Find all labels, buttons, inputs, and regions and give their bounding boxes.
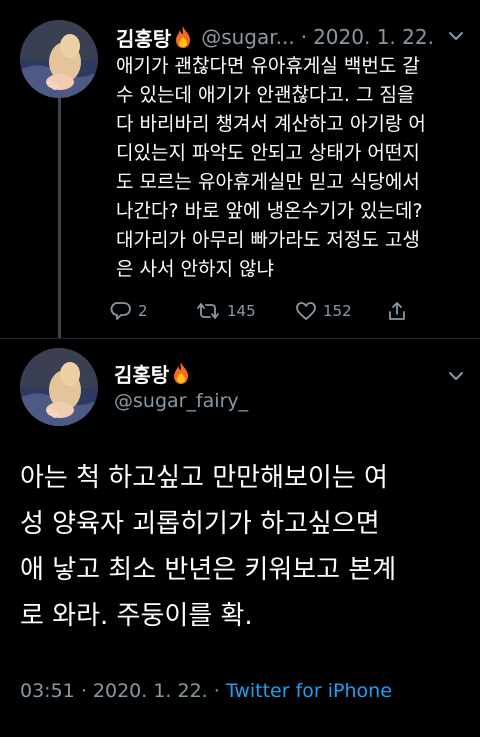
fire-icon [173,25,193,49]
tweet-text-line: 애 낳고 최소 반년은 키워보고 본계 [20,555,397,585]
tweet-date[interactable]: 2020. 1. 22. [93,680,208,702]
tweet-1[interactable]: 김홍탕 @sugar... · 2020. 1. 22. 애기가 괜찮다면 유아… [0,0,480,338]
author-handle[interactable]: @sugar... [201,25,295,49]
tweet-text-line: 나간다? 바로 앞에 냉온수기가 있는데? [116,200,423,222]
tweet-text-line: 다 바리바리 챙겨서 계산하고 아기랑 어 [116,113,426,135]
tweet-date[interactable]: 2020. 1. 22. [313,25,434,49]
divider [0,338,480,339]
reply-count: 2 [138,302,148,320]
like-count: 152 [323,302,352,320]
fire-icon [171,361,191,385]
tweet-text-line: 디있는지 파악도 안되고 상태가 어떤지 [116,142,420,164]
avatar[interactable] [20,348,98,426]
chevron-down-icon[interactable] [448,28,464,42]
tweet-text-line: 아는 척 하고싶고 만만해보이는 여 [20,463,388,493]
tweet-source-link[interactable]: Twitter for iPhone [226,680,392,702]
tweet-text-line: 성 양육자 괴롭히기가 하고싶으면 [20,509,380,539]
tweet-text-line: 수 있는데 애기가 안괜찮다고. 그 짐을 [116,84,415,106]
author-name[interactable]: 김홍탕 [116,23,171,52]
heart-icon [296,302,316,320]
tweet-header: 김홍탕 @sugar... · 2020. 1. 22. [116,22,466,52]
tweet-text-line: 대가리가 아무리 빠가라도 저정도 고생 [116,229,420,251]
separator: · [80,680,87,702]
author-name[interactable]: 김홍탕 [114,359,169,388]
retweet-icon [197,303,219,319]
share-button[interactable] [386,296,408,326]
tweet-time[interactable]: 03:51 [20,680,75,702]
retweet-button[interactable]: 145 [195,296,256,326]
separator: · [213,680,220,702]
tweet-meta: 03:51 · 2020. 1. 22. · Twitter for iPhon… [20,680,392,702]
author-handle[interactable]: @sugar_fairy_ [114,390,248,412]
like-button[interactable]: 152 [295,296,352,326]
separator: · [300,25,308,49]
tweet-text: 아는 척 하고싶고 만만해보이는 여 성 양육자 괴롭히기가 하고싶으면 애 낳… [20,455,470,639]
tweet-text-line: 로 와라. 주둥이를 확. [20,601,253,631]
tweet-text: 애기가 괜찮다면 유아휴게실 백번도 갈 수 있는데 애기가 안괜찮다고. 그 … [116,52,466,284]
avatar[interactable] [20,20,98,98]
thread-line [58,92,61,338]
tweet-text-line: 은 사서 안하지 않냐 [116,258,274,280]
retweet-count: 145 [227,302,256,320]
reply-icon [110,302,131,320]
reply-button[interactable]: 2 [110,296,148,326]
tweet-text-line: 도 모르는 유아휴게실만 믿고 식당에서 [116,171,420,193]
chevron-down-icon[interactable] [448,368,464,382]
share-icon [389,302,405,320]
tweet-text-line: 애기가 괜찮다면 유아휴게실 백번도 갈 [116,55,420,77]
author-name-row: 김홍탕 [114,358,199,388]
tweet-actions: 2 145 152 [110,296,430,326]
